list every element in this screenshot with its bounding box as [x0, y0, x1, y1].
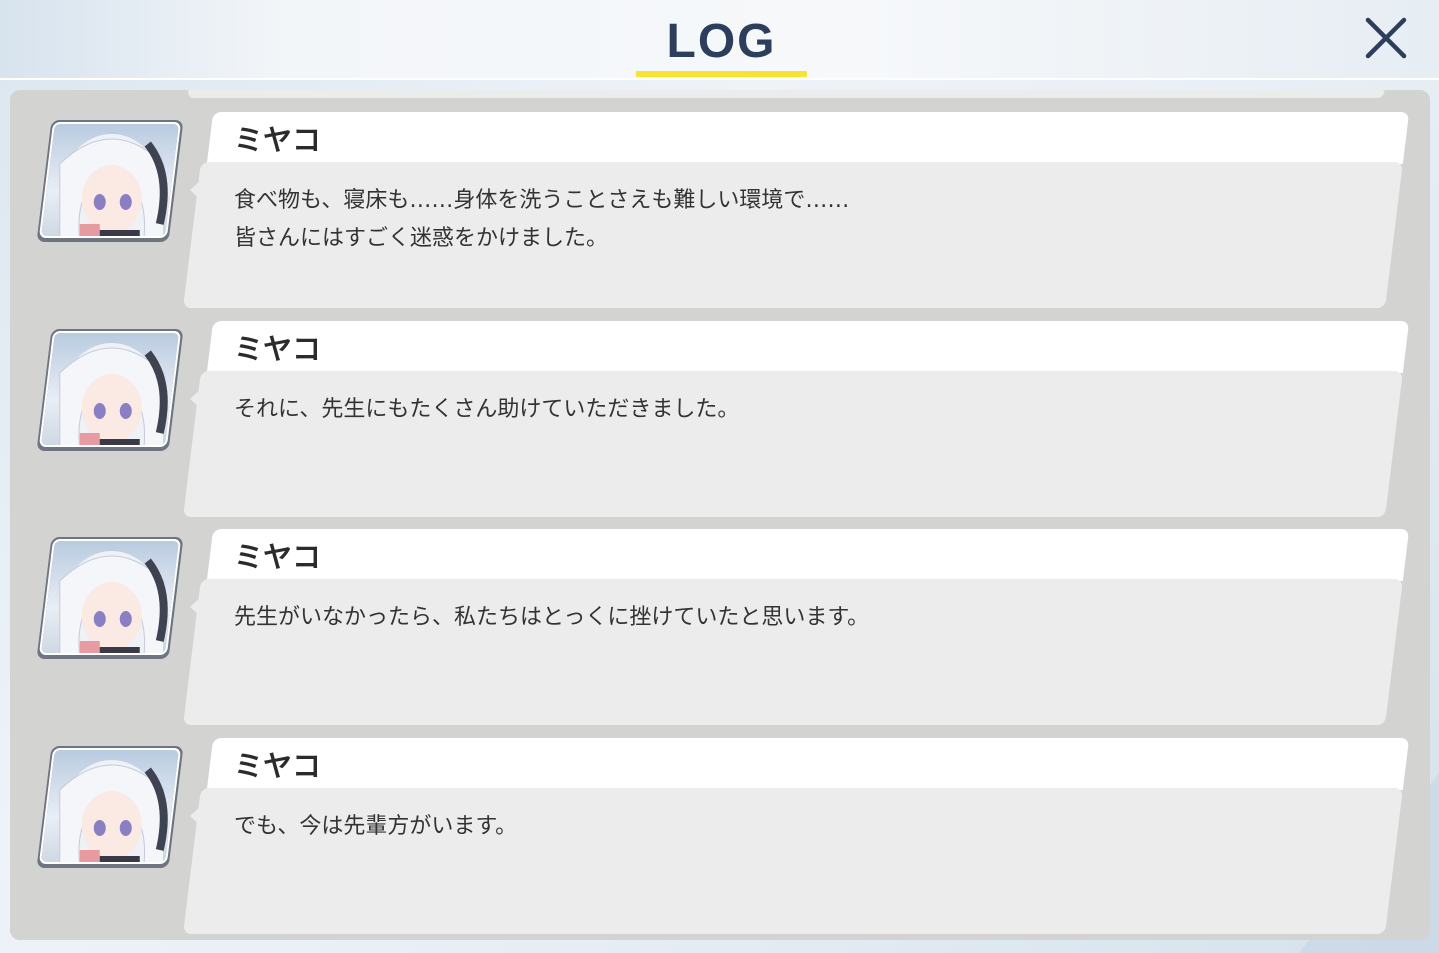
speaker-name: ミヤコ [234, 123, 322, 157]
dialogue-text: 食べ物も、寝床も……身体を洗うことさえも難しい環境で…… 皆さんにはすごく迷惑を… [234, 188, 850, 251]
speaker-name: ミヤコ [234, 749, 322, 783]
dialogue-text: それに、先生にもたくさん助けていただきました。 [234, 397, 740, 422]
title-underline [636, 71, 807, 77]
speaker-name: ミヤコ [234, 540, 322, 574]
log-header: LOG [0, 0, 1439, 80]
name-plate [206, 321, 1410, 373]
log-panel[interactable]: ミヤコ 食べ物も、寝床も……身体を洗うことさえも難しい環境で…… 皆さんにはすご… [10, 90, 1430, 940]
log-entry: ミヤコ 食べ物も、寝床も……身体を洗うことさえも難しい環境で…… 皆さんにはすご… [10, 90, 1430, 308]
close-button[interactable] [1360, 12, 1412, 64]
close-icon [1365, 17, 1407, 59]
portrait-image [59, 760, 168, 864]
name-plate [206, 529, 1410, 581]
character-portrait [34, 329, 184, 451]
page-title: LOG [666, 15, 777, 68]
character-portrait [34, 746, 184, 868]
portrait-image [59, 551, 168, 655]
character-portrait [34, 120, 184, 242]
name-plate [206, 738, 1410, 790]
portrait-image [59, 343, 168, 447]
name-plate [206, 112, 1410, 164]
log-entry: ミヤコ でも、今は先輩方がいます。 [10, 716, 1430, 934]
speaker-name: ミヤコ [234, 332, 322, 366]
dialogue-text: 先生がいなかったら、私たちはとっくに挫けていたと思います。 [234, 605, 870, 630]
dialogue-text: でも、今は先輩方がいます。 [234, 814, 518, 839]
character-portrait [34, 537, 184, 659]
log-entry: ミヤコ 先生がいなかったら、私たちはとっくに挫けていたと思います。 [10, 507, 1430, 725]
portrait-image [59, 134, 168, 238]
log-entry: ミヤコ それに、先生にもたくさん助けていただきました。 [10, 299, 1430, 517]
